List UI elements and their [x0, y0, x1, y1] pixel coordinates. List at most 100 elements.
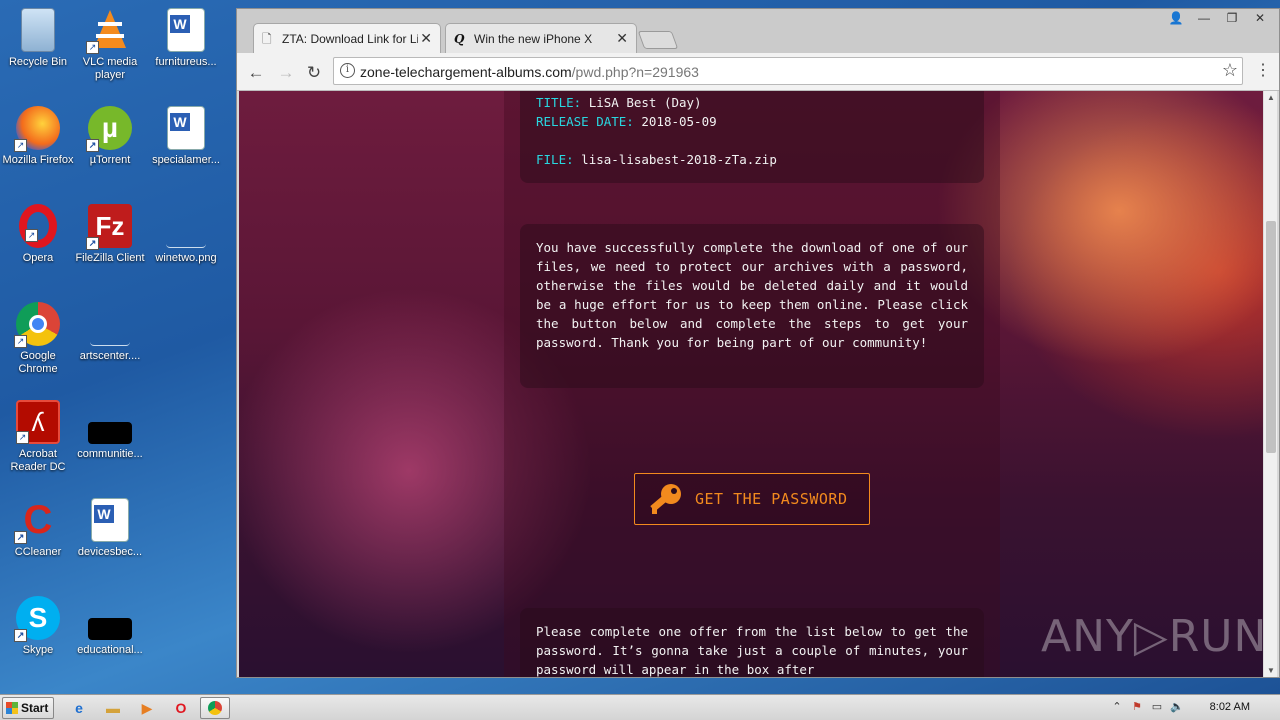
clock[interactable]: 8:02 AM: [1210, 701, 1250, 713]
title-key: TITLE:: [536, 95, 582, 110]
desktop-icon-opera[interactable]: ↗ Opera: [0, 204, 76, 265]
image-file-icon: [166, 204, 206, 248]
vlc-icon: ↗: [86, 8, 132, 54]
tab-strip: 🗋 ZTA: Download Link for Lisà ✕ Q Win th…: [237, 9, 1279, 57]
back-icon[interactable]: ←: [245, 62, 267, 84]
filezilla-icon: Fz ↗: [86, 204, 132, 250]
desktop-icon-artscenter[interactable]: artscenter....: [72, 302, 148, 363]
ccleaner-icon: C ↗: [14, 498, 60, 544]
desktop-icon-specialamer[interactable]: W specialamer...: [148, 106, 224, 167]
explorer-taskbar-icon[interactable]: ▬: [98, 697, 128, 719]
close-window-icon[interactable]: ✕: [1247, 9, 1273, 27]
desktop-icon-label: specialamer...: [152, 154, 220, 166]
scroll-up-icon[interactable]: ▲: [1266, 93, 1276, 102]
message-text: You have successfully complete the downl…: [536, 240, 968, 350]
system-tray: ⌃ ⚑ ▭ 🔈 8:02 AM: [1104, 695, 1280, 720]
release-value: 2018-05-09: [641, 114, 717, 129]
volume-icon[interactable]: 🔈: [1170, 700, 1184, 714]
address-bar[interactable]: i zone-telechargement-albums.com/pwd.php…: [333, 57, 1243, 85]
desktop-icon-label: Recycle Bin: [8, 56, 68, 68]
title-value: LiSA Best (Day): [588, 95, 702, 110]
desktop-icon-label: Skype: [22, 644, 54, 656]
desktop-icon-label: devicesbec...: [77, 546, 143, 558]
new-tab-button[interactable]: [637, 31, 679, 49]
page-icon: 🗋: [262, 32, 272, 46]
url-text: zone-telechargement-albums.com/pwd.php?n…: [360, 64, 699, 80]
network-icon[interactable]: ▭: [1150, 700, 1164, 714]
desktop-icon-furniture[interactable]: W furnitureus...: [148, 8, 224, 69]
user-icon[interactable]: 👤: [1163, 9, 1189, 27]
acrobat-icon: ʎ ↗: [16, 400, 60, 444]
shortcut-arrow-icon: ↗: [86, 237, 99, 250]
page-viewport: TITLE: LiSA Best (Day) RELEASE DATE: 201…: [239, 91, 1263, 677]
desktop-icon-utorrent[interactable]: µ ↗ µTorrent: [72, 106, 148, 167]
tab-iphone[interactable]: Q Win the new iPhone X ✕: [445, 23, 637, 53]
desktop-icon-winetwo[interactable]: winetwo.png: [148, 204, 224, 265]
desktop-icon-label: FileZilla Client: [75, 252, 145, 264]
q-logo-icon: Q: [454, 32, 465, 46]
shortcut-arrow-icon: ↗: [14, 629, 27, 642]
window-controls: 👤 — ❐ ✕: [1163, 9, 1273, 27]
desktop-icon-educational[interactable]: educational...: [72, 596, 148, 657]
file-value: lisa-lisabest-2018-zTa.zip: [581, 152, 777, 167]
desktop: Recycle Bin ↗ VLC media player W furnitu…: [0, 0, 236, 694]
word-doc-icon: W: [167, 106, 205, 150]
reload-icon[interactable]: ↻: [303, 62, 325, 84]
opera-icon: ↗: [19, 204, 57, 248]
tray-expand-icon[interactable]: ⌃: [1110, 700, 1124, 714]
anyrun-watermark: ANY▷RUN: [1041, 611, 1263, 662]
close-tab-icon[interactable]: ✕: [616, 30, 628, 47]
desktop-icon-skype[interactable]: S ↗ Skype: [0, 596, 76, 657]
start-button[interactable]: Start: [2, 697, 54, 719]
media-player-taskbar-icon[interactable]: ▶: [132, 697, 162, 719]
firefox-icon: ↗: [14, 106, 60, 152]
word-doc-icon: W: [167, 8, 205, 52]
desktop-icon-ccleaner[interactable]: C ↗ CCleaner: [0, 498, 76, 559]
shortcut-arrow-icon: ↗: [14, 531, 27, 544]
bookmark-star-icon[interactable]: ☆: [1222, 60, 1238, 81]
offer-text: Please complete one offer from the list …: [536, 624, 968, 677]
offer-card: Please complete one offer from the list …: [520, 608, 984, 677]
desktop-icon-label: Mozilla Firefox: [2, 154, 74, 166]
info-icon[interactable]: i: [340, 63, 355, 78]
desktop-icon-devicesbec[interactable]: W devicesbec...: [72, 498, 148, 559]
start-label: Start: [21, 701, 49, 715]
chrome-taskbar-icon[interactable]: [200, 697, 230, 719]
shortcut-arrow-icon: ↗: [25, 229, 38, 242]
desktop-icon-label: CCleaner: [14, 546, 62, 558]
desktop-icon-vlc[interactable]: ↗ VLC media player: [72, 8, 148, 82]
restore-icon[interactable]: ❐: [1219, 9, 1245, 27]
skype-icon: S ↗: [14, 596, 60, 642]
close-tab-icon[interactable]: ✕: [420, 30, 432, 47]
shortcut-arrow-icon: ↗: [86, 139, 99, 152]
scrollbar-thumb[interactable]: [1266, 221, 1276, 453]
menu-icon[interactable]: ⋮: [1255, 63, 1271, 79]
browser-window: 🗋 ZTA: Download Link for Lisà ✕ Q Win th…: [236, 8, 1280, 678]
file-info-card: TITLE: LiSA Best (Day) RELEASE DATE: 201…: [520, 91, 984, 183]
desktop-icon-filezilla[interactable]: Fz ↗ FileZilla Client: [72, 204, 148, 265]
minimize-icon[interactable]: —: [1191, 9, 1217, 27]
scroll-down-icon[interactable]: ▼: [1266, 666, 1276, 675]
desktop-icon-label: artscenter....: [79, 350, 141, 362]
forward-icon[interactable]: →: [275, 62, 297, 84]
page-scrollbar[interactable]: ▲ ▼: [1263, 91, 1277, 677]
windows-logo-part: [6, 708, 18, 714]
desktop-icon-label: educational...: [77, 644, 143, 656]
opera-taskbar-icon[interactable]: O: [166, 697, 196, 719]
desktop-icon-communities[interactable]: communitie...: [72, 400, 148, 461]
tab-zta-download[interactable]: 🗋 ZTA: Download Link for Lisà ✕: [253, 23, 441, 53]
chrome-icon: ↗: [14, 302, 60, 348]
get-password-button[interactable]: GET THE PASSWORD: [634, 473, 870, 525]
desktop-icon-label: Acrobat Reader DC: [10, 448, 66, 473]
desktop-icon-firefox[interactable]: ↗ Mozilla Firefox: [0, 106, 76, 167]
desktop-icon-chrome[interactable]: ↗ Google Chrome: [0, 302, 76, 376]
desktop-icon-label: Opera: [22, 252, 54, 264]
shortcut-arrow-icon: ↗: [86, 41, 99, 54]
get-password-label: GET THE PASSWORD: [695, 490, 848, 508]
desktop-icon-acrobat[interactable]: ʎ ↗ Acrobat Reader DC: [0, 400, 76, 474]
desktop-icon-recycle-bin[interactable]: Recycle Bin: [0, 8, 76, 69]
ie-taskbar-icon[interactable]: e: [64, 697, 94, 719]
desktop-icon-label: communitie...: [77, 448, 143, 460]
desktop-icon-label: VLC media player: [82, 56, 138, 81]
action-center-icon[interactable]: ⚑: [1130, 700, 1144, 714]
